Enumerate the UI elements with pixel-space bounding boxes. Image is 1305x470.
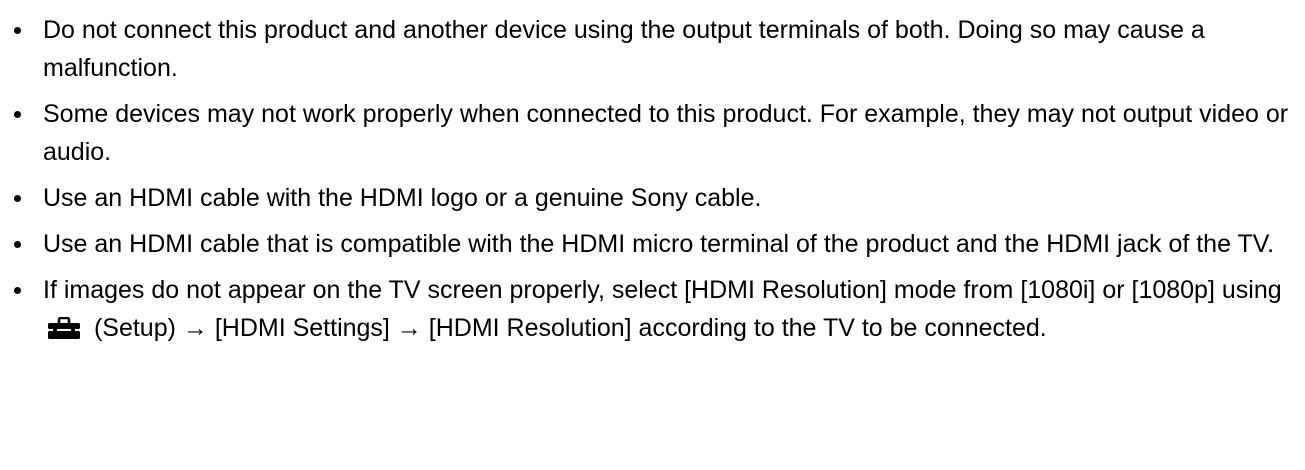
bullet-icon	[14, 195, 21, 202]
bullet-icon	[14, 241, 21, 248]
bullet-icon	[14, 27, 21, 34]
bullet-icon	[14, 111, 21, 118]
note-item-hdmi-resolution: If images do not appear on the TV screen…	[0, 271, 1305, 347]
bullet-icon	[14, 287, 21, 294]
note-item: Some devices may not work properly when …	[0, 95, 1305, 171]
note-text-after-icon: (Setup) → [HDMI Settings] → [HDMI Resolu…	[93, 314, 1047, 342]
note-item: Use an HDMI cable with the HDMI logo or …	[0, 179, 1305, 217]
notes-list: Do not connect this product and another …	[0, 0, 1305, 355]
note-text: Use an HDMI cable that is compatible wit…	[43, 230, 1275, 258]
note-item: Do not connect this product and another …	[0, 11, 1305, 87]
note-text-before-icon: If images do not appear on the TV screen…	[43, 276, 1282, 304]
toolbox-setup-icon	[48, 317, 80, 339]
note-item: Use an HDMI cable that is compatible wit…	[0, 225, 1305, 263]
note-text: Some devices may not work properly when …	[43, 100, 1289, 166]
note-text: Do not connect this product and another …	[43, 16, 1205, 82]
note-text: Use an HDMI cable with the HDMI logo or …	[43, 184, 762, 212]
